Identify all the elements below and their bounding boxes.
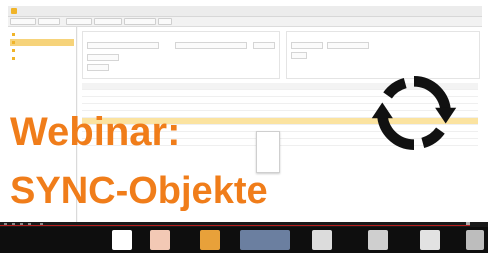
field-7[interactable] bbox=[291, 52, 307, 59]
field-2[interactable] bbox=[175, 42, 247, 49]
toolbar-button-3[interactable] bbox=[66, 18, 92, 25]
sidebar-item-1[interactable] bbox=[10, 31, 74, 38]
toolbar-button-6[interactable] bbox=[158, 18, 172, 25]
field-button[interactable] bbox=[253, 42, 275, 49]
webinar-title-line-1: Webinar: bbox=[10, 110, 181, 154]
folder-icon bbox=[12, 57, 15, 60]
webinar-title-line-2: SYNC-Objekte bbox=[10, 170, 268, 212]
general-panel bbox=[82, 31, 280, 79]
taskbar-app-1[interactable] bbox=[112, 230, 132, 250]
video-taskbar bbox=[0, 222, 488, 253]
sync-arrows-icon bbox=[371, 76, 457, 150]
app-icon bbox=[11, 8, 17, 14]
field-3[interactable] bbox=[87, 54, 119, 61]
field-5[interactable] bbox=[291, 42, 323, 49]
folder-icon bbox=[12, 33, 15, 36]
taskbar-app-6[interactable] bbox=[420, 230, 440, 250]
folder-icon bbox=[12, 49, 15, 52]
field-6[interactable] bbox=[327, 42, 369, 49]
sidebar-item-4[interactable] bbox=[10, 55, 74, 62]
title-bar bbox=[8, 6, 482, 17]
taskbar-app-3[interactable] bbox=[200, 230, 220, 250]
field-1[interactable] bbox=[87, 42, 159, 49]
field-4[interactable] bbox=[87, 64, 109, 71]
context-menu[interactable] bbox=[256, 131, 280, 173]
taskbar-app-4[interactable] bbox=[312, 230, 332, 250]
taskbar-app-7[interactable] bbox=[466, 230, 484, 250]
toolbar-button-1[interactable] bbox=[10, 18, 36, 25]
toolbar-button-2[interactable] bbox=[38, 18, 60, 25]
taskbar-app-5[interactable] bbox=[368, 230, 388, 250]
sidebar-item-3[interactable] bbox=[10, 47, 74, 54]
folder-icon bbox=[12, 41, 15, 44]
progress-bar[interactable] bbox=[0, 225, 470, 226]
toolbar-button-4[interactable] bbox=[94, 18, 122, 25]
taskbar-app-2[interactable] bbox=[150, 230, 170, 250]
toolbar bbox=[8, 17, 482, 27]
sidebar-item-2[interactable] bbox=[10, 39, 74, 46]
webcam-thumbnail bbox=[240, 230, 290, 250]
toolbar-button-5[interactable] bbox=[124, 18, 156, 25]
